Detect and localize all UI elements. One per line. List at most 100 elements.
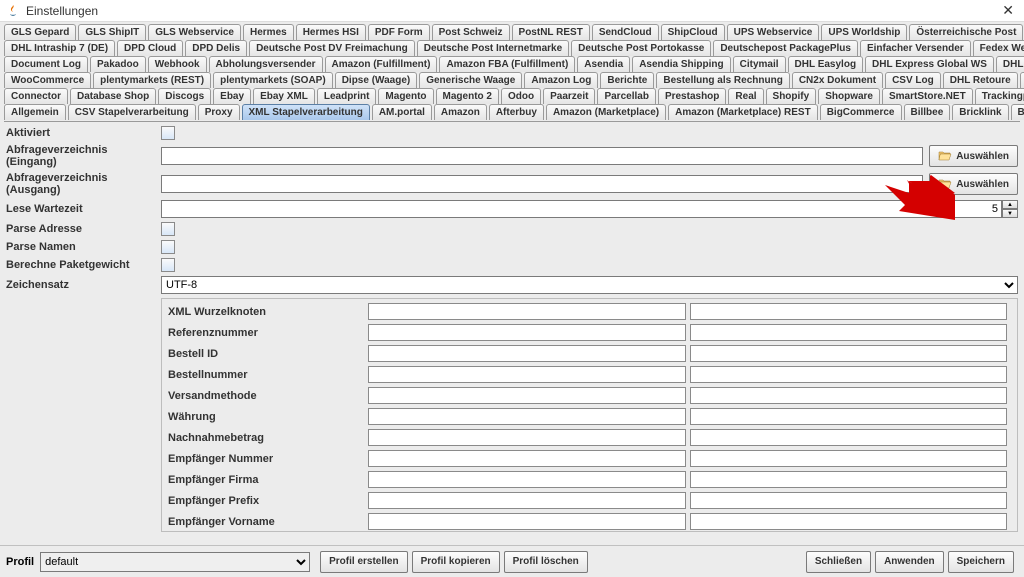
tab-xml-stapelverarbeitung[interactable]: XML Stapelverarbeitung — [242, 104, 370, 120]
tab-dhl-intraship-7-de-[interactable]: DHL Intraship 7 (DE) — [4, 40, 115, 56]
tab-document-downloader[interactable]: Document Downloader — [1020, 72, 1024, 88]
field-input-1[interactable] — [368, 408, 686, 425]
tab-allgemein[interactable]: Allgemein — [4, 104, 66, 120]
tab-asendia-shipping[interactable]: Asendia Shipping — [632, 56, 730, 72]
tab-hermes-hsi[interactable]: Hermes HSI — [296, 24, 366, 40]
field-input-2[interactable] — [690, 366, 1008, 383]
tab-proxy[interactable]: Proxy — [198, 104, 240, 120]
tab-asendia[interactable]: Asendia — [577, 56, 630, 72]
tab-deutsche-post-dv-freimachung[interactable]: Deutsche Post DV Freimachung — [249, 40, 415, 56]
field-input-1[interactable] — [368, 471, 686, 488]
tab-woocommerce[interactable]: WooCommerce — [4, 72, 91, 88]
tab-dhl-gesch-ftskundenversand[interactable]: DHL Geschäftskundenversand — [996, 56, 1024, 72]
tab-real[interactable]: Real — [728, 88, 763, 104]
tab-abholungsversender[interactable]: Abholungsversender — [209, 56, 323, 72]
aktiviert-checkbox[interactable] — [161, 126, 175, 140]
parse-namen-checkbox[interactable] — [161, 240, 175, 254]
tab-ups-webservice[interactable]: UPS Webservice — [727, 24, 820, 40]
tab-amazon[interactable]: Amazon — [434, 104, 487, 120]
tab-einfacher-versender[interactable]: Einfacher Versender — [860, 40, 971, 56]
tab-dhl-easylog[interactable]: DHL Easylog — [788, 56, 864, 72]
tab-odoo[interactable]: Odoo — [501, 88, 541, 104]
tab-gls-gepard[interactable]: GLS Gepard — [4, 24, 76, 40]
field-input-1[interactable] — [368, 429, 686, 446]
field-input-1[interactable] — [368, 387, 686, 404]
tab-shopware[interactable]: Shopware — [818, 88, 880, 104]
eingang-input[interactable] — [161, 147, 923, 165]
field-input-1[interactable] — [368, 513, 686, 530]
tab-shopify[interactable]: Shopify — [766, 88, 817, 104]
tab-deutsche-post-internetmarke[interactable]: Deutsche Post Internetmarke — [417, 40, 569, 56]
tab-amazon-marketplace-[interactable]: Amazon (Marketplace) — [546, 104, 666, 120]
close-icon[interactable]: ✕ — [998, 2, 1018, 19]
tab-trackingportal[interactable]: Trackingportal — [975, 88, 1024, 104]
field-input-2[interactable] — [690, 429, 1008, 446]
zeichensatz-select[interactable]: UTF-8 — [161, 276, 1018, 294]
tab-bricklink[interactable]: Bricklink — [952, 104, 1008, 120]
field-input-2[interactable] — [690, 471, 1008, 488]
tab-plentymarkets-rest-[interactable]: plentymarkets (REST) — [93, 72, 211, 88]
tab-parcellab[interactable]: Parcellab — [597, 88, 655, 104]
field-input-2[interactable] — [690, 408, 1008, 425]
tab-dhl-express-global-ws[interactable]: DHL Express Global WS — [865, 56, 994, 72]
tab-paarzeit[interactable]: Paarzeit — [543, 88, 595, 104]
field-input-2[interactable] — [690, 345, 1008, 362]
field-input-1[interactable] — [368, 345, 686, 362]
profil-erstellen-button[interactable]: Profil erstellen — [320, 551, 407, 573]
tab-pakadoo[interactable]: Pakadoo — [90, 56, 146, 72]
field-input-1[interactable] — [368, 303, 686, 320]
ausgang-input[interactable] — [161, 175, 923, 193]
tab-magento[interactable]: Magento — [378, 88, 433, 104]
tab-document-log[interactable]: Document Log — [4, 56, 88, 72]
tab-post-schweiz[interactable]: Post Schweiz — [432, 24, 510, 40]
anwenden-button[interactable]: Anwenden — [875, 551, 944, 573]
tab-connector[interactable]: Connector — [4, 88, 68, 104]
tab-sendcloud[interactable]: SendCloud — [592, 24, 659, 40]
tab-amazon-fba-fulfillment-[interactable]: Amazon FBA (Fulfillment) — [439, 56, 575, 72]
tab-am-portal[interactable]: AM.portal — [372, 104, 432, 120]
tab-deutsche-post-portokasse[interactable]: Deutsche Post Portokasse — [571, 40, 711, 56]
tab-shipcloud[interactable]: ShipCloud — [661, 24, 725, 40]
tab-postnl-rest[interactable]: PostNL REST — [512, 24, 590, 40]
tab-dpd-cloud[interactable]: DPD Cloud — [117, 40, 183, 56]
ausgang-auswaehlen-button[interactable]: Auswählen — [929, 173, 1018, 195]
tab-brickowl[interactable]: Brickowl — [1011, 104, 1024, 120]
tab-hermes[interactable]: Hermes — [243, 24, 294, 40]
field-input-2[interactable] — [690, 303, 1008, 320]
tab-webhook[interactable]: Webhook — [148, 56, 207, 72]
field-input-2[interactable] — [690, 492, 1008, 509]
tab-dhl-retoure[interactable]: DHL Retoure — [943, 72, 1018, 88]
field-input-2[interactable] — [690, 387, 1008, 404]
speichern-button[interactable]: Speichern — [948, 551, 1014, 573]
tab-database-shop[interactable]: Database Shop — [70, 88, 156, 104]
field-input-1[interactable] — [368, 366, 686, 383]
tab-plentymarkets-soap-[interactable]: plentymarkets (SOAP) — [213, 72, 333, 88]
tab-magento-2[interactable]: Magento 2 — [436, 88, 499, 104]
tab-gls-webservice[interactable]: GLS Webservice — [148, 24, 241, 40]
tab-ebay[interactable]: Ebay — [213, 88, 251, 104]
tab-bestellung-als-rechnung[interactable]: Bestellung als Rechnung — [656, 72, 789, 88]
profil-kopieren-button[interactable]: Profil kopieren — [412, 551, 500, 573]
tab-gls-shipit[interactable]: GLS ShipIT — [78, 24, 146, 40]
parse-adresse-checkbox[interactable] — [161, 222, 175, 236]
field-input-1[interactable] — [368, 450, 686, 467]
spinner-up-button[interactable]: ▲ — [1002, 200, 1018, 209]
profil-loeschen-button[interactable]: Profil löschen — [504, 551, 588, 573]
eingang-auswaehlen-button[interactable]: Auswählen — [929, 145, 1018, 167]
tab-amazon-log[interactable]: Amazon Log — [524, 72, 598, 88]
tab-amazon-marketplace-rest[interactable]: Amazon (Marketplace) REST — [668, 104, 818, 120]
tab-leadprint[interactable]: Leadprint — [317, 88, 377, 104]
tab-fedex-webservice[interactable]: Fedex Webservice — [973, 40, 1024, 56]
tab-bigcommerce[interactable]: BigCommerce — [820, 104, 902, 120]
tab-dipse-waage-[interactable]: Dipse (Waage) — [335, 72, 418, 88]
schliessen-button[interactable]: Schließen — [806, 551, 871, 573]
spinner-down-button[interactable]: ▼ — [1002, 209, 1018, 218]
wartezeit-input[interactable] — [161, 200, 1002, 218]
tab-dpd-delis[interactable]: DPD Delis — [185, 40, 247, 56]
tab-amazon-fulfillment-[interactable]: Amazon (Fulfillment) — [325, 56, 438, 72]
tab-prestashop[interactable]: Prestashop — [658, 88, 726, 104]
tab-smartstore-net[interactable]: SmartStore.NET — [882, 88, 973, 104]
tab--sterreichische-post[interactable]: Österreichische Post — [909, 24, 1023, 40]
tab-csv-stapelverarbeitung[interactable]: CSV Stapelverarbeitung — [68, 104, 196, 120]
tab-billbee[interactable]: Billbee — [904, 104, 951, 120]
